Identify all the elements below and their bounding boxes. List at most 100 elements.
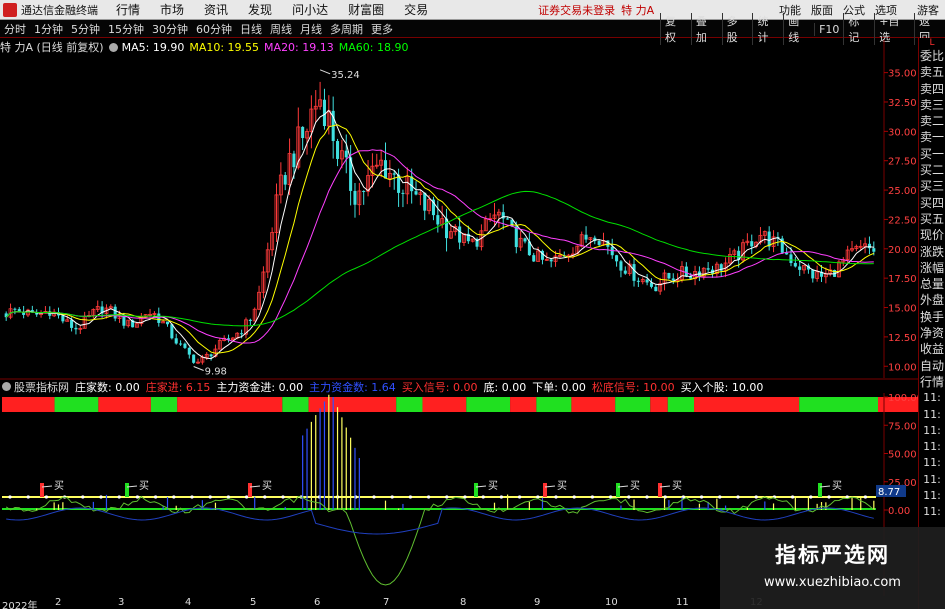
side-label-25[interactable]: 11: <box>919 455 945 471</box>
strip-segment <box>650 397 668 412</box>
date-label-7: 8 <box>460 597 467 608</box>
baseline-dot <box>791 495 795 499</box>
candle-body <box>401 192 405 194</box>
price-label-4: 25.00 <box>888 186 917 197</box>
price-label-7: 17.50 <box>888 274 917 285</box>
strip-segment <box>466 397 511 412</box>
side-panel-labels: 委比 卖五 卖四 卖三 卖二 卖一 买一 买二 买三 买四 买五 现价 涨跌 涨幅 总量 外盘 换手 净资 收益 自动… <box>919 48 945 521</box>
chart-canvas[interactable]: 35.00 32.50 30.00 27.50 25.00 22.50 20.00 17.50… <box>0 0 918 597</box>
side-label-0[interactable]: 委比 <box>919 48 945 64</box>
candle-body <box>179 343 183 345</box>
baseline-dot <box>481 495 485 499</box>
side-label-6[interactable]: 买一 <box>919 146 945 162</box>
side-label-27[interactable]: 11: <box>919 488 945 504</box>
baseline-dot <box>8 495 12 499</box>
side-label-24[interactable]: 11: <box>919 439 945 455</box>
side-label-15[interactable]: 外盘 <box>919 292 945 308</box>
baseline-dot <box>154 495 158 499</box>
candle-body <box>436 215 440 225</box>
side-label-18[interactable]: 收益 <box>919 341 945 357</box>
side-label-19[interactable]: 自动 <box>919 358 945 374</box>
candle-body <box>623 270 627 274</box>
low-label: 9.98 <box>205 366 227 377</box>
side-label-22[interactable]: 11: <box>919 407 945 423</box>
side-label-8[interactable]: 买三 <box>919 178 945 194</box>
side-label-11[interactable]: 现价 <box>919 227 945 243</box>
strip-segment <box>150 397 178 412</box>
date-label-1: 2 <box>55 597 62 608</box>
quote-side-panel: L 委比 卖五 卖四 卖三 卖二 卖一 买一 买二 买三 买四 买五 现价 涨跌 涨幅 总量 外盘 换手 净资 收益… <box>918 38 945 609</box>
side-label-14[interactable]: 总量 <box>919 276 945 292</box>
side-label-20[interactable]: 行情 <box>919 374 945 390</box>
baseline-dot <box>372 495 376 499</box>
date-label-6: 7 <box>383 597 390 608</box>
side-label-28[interactable]: 11: <box>919 504 945 520</box>
baseline-dot <box>627 495 631 499</box>
candle-body <box>174 338 178 344</box>
side-label-1[interactable]: 卖五 <box>919 64 945 80</box>
candle-body <box>532 255 536 262</box>
buy-marker-bar <box>658 483 662 497</box>
side-label-3[interactable]: 卖三 <box>919 97 945 113</box>
candle-body <box>122 315 126 326</box>
indicator-legend-icon[interactable] <box>2 382 11 391</box>
strip-segment <box>615 397 651 412</box>
strip-segment <box>98 397 151 412</box>
side-label-7[interactable]: 买二 <box>919 162 945 178</box>
baseline-dot <box>81 495 85 499</box>
side-label-5[interactable]: 卖一 <box>919 129 945 145</box>
sub-label-4: 0.00 <box>888 506 910 517</box>
date-label-0: 2022年 <box>2 601 38 609</box>
candle-body <box>113 306 117 319</box>
side-label-26[interactable]: 11: <box>919 472 945 488</box>
buy-marker-bar <box>474 483 478 497</box>
side-label-23[interactable]: 11: <box>919 423 945 439</box>
ma-lines <box>5 109 875 360</box>
baseline-dot <box>700 495 704 499</box>
candle-body <box>632 264 636 281</box>
side-panel-top-label: L <box>929 38 935 48</box>
ma-line-ma5 <box>5 109 874 360</box>
buy-label-4: 买 <box>557 480 567 492</box>
candle-body <box>423 192 427 211</box>
side-label-10[interactable]: 买五 <box>919 211 945 227</box>
strip-segment <box>694 397 800 412</box>
baseline-dot <box>554 495 558 499</box>
side-label-2[interactable]: 卖四 <box>919 81 945 97</box>
side-label-9[interactable]: 买四 <box>919 195 945 211</box>
candle-body <box>410 176 414 192</box>
strip-segment <box>308 397 397 412</box>
candle-body <box>70 319 74 328</box>
candle-body <box>706 268 710 270</box>
baseline-dot <box>226 495 230 499</box>
buy-marker-bar <box>616 483 620 497</box>
indicator-item-6: 下单: 0.00 <box>532 380 586 394</box>
candle-body <box>165 321 170 325</box>
baseline-dot <box>135 495 139 499</box>
side-label-4[interactable]: 卖二 <box>919 113 945 129</box>
ma-line-ma10 <box>5 124 875 354</box>
baseline-dot <box>445 495 449 499</box>
side-label-16[interactable]: 换手 <box>919 309 945 325</box>
strip-segment <box>799 397 878 412</box>
low-marker <box>193 366 204 371</box>
price-label-1: 32.50 <box>888 98 917 109</box>
side-label-21[interactable]: 11: <box>919 390 945 406</box>
candle-body <box>597 241 601 245</box>
baseline-dot <box>172 495 176 499</box>
candle-body <box>192 354 196 363</box>
strip-segment <box>54 397 99 412</box>
trading-terminal-window: 通达信金融终端 行情 市场 资讯 发现 问小达 财富圈 交易 证券交易未登录 特… <box>0 0 945 609</box>
strip-segment <box>571 397 616 412</box>
buy-marker-bar <box>818 483 822 497</box>
ma-line-ma20 <box>5 149 874 344</box>
side-label-13[interactable]: 涨幅 <box>919 260 945 276</box>
side-label-17[interactable]: 净资 <box>919 325 945 341</box>
buy-label-5: 买 <box>630 480 640 492</box>
baseline-dot <box>281 495 285 499</box>
candle-body <box>157 313 161 323</box>
side-label-12[interactable]: 涨跌 <box>919 244 945 260</box>
baseline-dot <box>754 495 758 499</box>
date-label-8: 9 <box>534 597 541 608</box>
strip-segment <box>422 397 467 412</box>
